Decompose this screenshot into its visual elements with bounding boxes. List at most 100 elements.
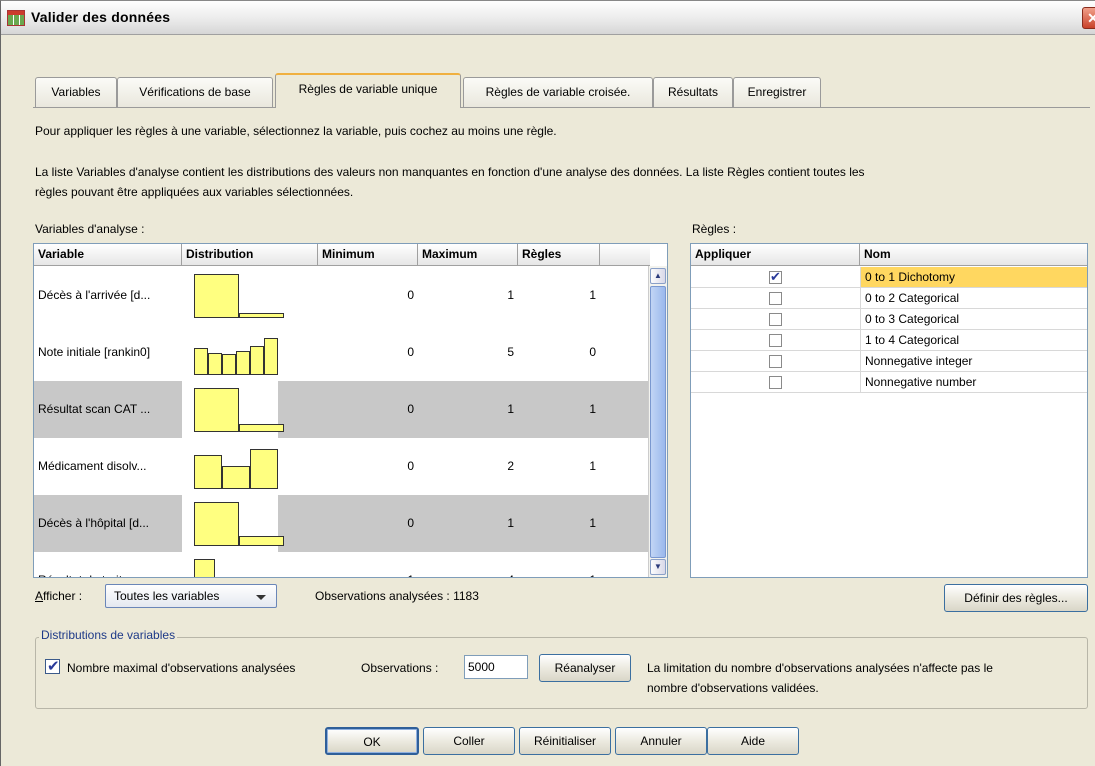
tab-label: Règles de variable croisée. bbox=[485, 85, 631, 99]
apply-rule-checkbox[interactable] bbox=[769, 355, 782, 368]
minimum-cell: 0 bbox=[407, 402, 414, 416]
histogram-bar bbox=[194, 348, 208, 375]
tab-variables[interactable]: Variables bbox=[35, 77, 117, 107]
window-title: Valider des données bbox=[31, 9, 171, 25]
scrollbar-thumb[interactable] bbox=[650, 286, 666, 558]
observations-input[interactable]: 5000 bbox=[464, 655, 528, 679]
rule-row[interactable]: 0 to 2 Categorical bbox=[691, 288, 1087, 309]
minimum-cell: 0 bbox=[407, 288, 414, 302]
distribution-histogram bbox=[194, 387, 288, 432]
display-dropdown-value: Toutes les variables bbox=[114, 589, 220, 603]
rule-row[interactable]: Nonnegative integer bbox=[691, 351, 1087, 372]
rules-count-cell: 1 bbox=[589, 459, 596, 473]
histogram-bar bbox=[194, 388, 239, 432]
analysis-variables-label: Variables d'analyse : bbox=[35, 222, 145, 236]
maximum-cell: 1 bbox=[507, 288, 514, 302]
apply-rule-checkbox[interactable] bbox=[769, 334, 782, 347]
tab-save[interactable]: Enregistrer bbox=[733, 77, 821, 107]
histogram-bar bbox=[222, 354, 236, 375]
variable-name-cell: Médicament disolv... bbox=[38, 459, 147, 473]
rules-count-cell: 1 bbox=[589, 402, 596, 416]
histogram-bar bbox=[194, 455, 222, 489]
table-row[interactable]: Décès à l'arrivée [d... 0 1 1 bbox=[34, 267, 634, 324]
help-button[interactable]: Aide bbox=[707, 727, 799, 755]
histogram-bar bbox=[239, 424, 284, 432]
minimum-cell: 0 bbox=[407, 459, 414, 473]
apply-rule-checkbox[interactable] bbox=[769, 269, 782, 285]
rule-row[interactable]: 1 to 4 Categorical bbox=[691, 330, 1087, 351]
apply-rule-checkbox[interactable] bbox=[769, 376, 782, 389]
display-dropdown[interactable]: Toutes les variables bbox=[105, 584, 277, 608]
rescan-button[interactable]: Réanalyser bbox=[539, 654, 631, 682]
apply-rule-checkbox[interactable] bbox=[769, 292, 782, 305]
column-header-variable[interactable]: Variable bbox=[34, 244, 182, 266]
description-line-1: La liste Variables d'analyse contient le… bbox=[35, 165, 865, 179]
distribution-histogram bbox=[194, 501, 288, 546]
maximum-cell: 1 bbox=[507, 516, 514, 530]
histogram-bar bbox=[264, 338, 278, 375]
table-row[interactable]: Décès à l'hôpital [d... 0 1 1 bbox=[34, 495, 648, 552]
column-header-name[interactable]: Nom bbox=[860, 244, 1087, 266]
limit-cases-label[interactable]: Nombre maximal d'observations analysées bbox=[67, 661, 295, 675]
reset-button[interactable]: Réinitialiser bbox=[519, 727, 611, 755]
cancel-button[interactable]: Annuler bbox=[615, 727, 707, 755]
histogram-bar bbox=[236, 351, 250, 375]
analysis-scrollbar[interactable]: ▲ ▼ bbox=[648, 266, 667, 577]
close-button[interactable]: ✕ bbox=[1082, 7, 1095, 29]
histogram-bar bbox=[194, 559, 215, 577]
column-header-rules[interactable]: Règles bbox=[518, 244, 600, 266]
distribution-histogram bbox=[194, 330, 288, 375]
rules-label: Règles : bbox=[692, 222, 737, 236]
tab-cross-variable-rules[interactable]: Règles de variable croisée. bbox=[463, 77, 653, 107]
define-rules-button[interactable]: Définir des règles... bbox=[944, 584, 1088, 612]
display-label-rest: fficher : bbox=[43, 589, 83, 603]
histogram-bar bbox=[194, 274, 239, 318]
analysis-variables-grid[interactable]: Variable Distribution Minimum Maximum Rè… bbox=[33, 243, 668, 578]
validate-data-dialog: Valider des données ✕ Variables Vérifica… bbox=[0, 0, 1095, 766]
histogram-bar bbox=[239, 313, 284, 318]
paste-button[interactable]: Coller bbox=[423, 727, 515, 755]
tab-output[interactable]: Résultats bbox=[653, 77, 733, 107]
data-grid-icon bbox=[7, 10, 25, 26]
rule-name-cell: Nonnegative number bbox=[860, 372, 1087, 392]
cases-scanned-text: Observations analysées : 1183 bbox=[315, 589, 479, 603]
table-row[interactable]: Résultat scan CAT ... 0 1 1 bbox=[34, 381, 648, 438]
column-header-distribution[interactable]: Distribution bbox=[182, 244, 318, 266]
minimum-cell: 0 bbox=[407, 516, 414, 530]
variable-name-cell: Décès à l'arrivée [d... bbox=[38, 288, 151, 302]
distribution-histogram bbox=[194, 444, 288, 489]
distribution-histogram bbox=[194, 558, 288, 577]
rule-name-cell: 0 to 3 Categorical bbox=[860, 309, 1087, 329]
table-row[interactable]: Médicament disolv... 0 2 1 bbox=[34, 438, 634, 495]
histogram-bar bbox=[239, 536, 284, 546]
column-header-minimum[interactable]: Minimum bbox=[318, 244, 418, 266]
table-row[interactable]: Résultat du traitem... 141 bbox=[34, 552, 634, 577]
scroll-up-arrow-icon[interactable]: ▲ bbox=[650, 268, 666, 284]
histogram-bar bbox=[250, 449, 278, 489]
tab-single-variable-rules[interactable]: Règles de variable unique bbox=[275, 73, 461, 108]
scroll-down-arrow-icon[interactable]: ▼ bbox=[650, 559, 666, 575]
rules-count-cell: 0 bbox=[589, 345, 596, 359]
histogram-bar bbox=[250, 346, 264, 375]
description-line-2: règles pouvant être appliquées aux varia… bbox=[35, 185, 354, 199]
tab-label: Vérifications de base bbox=[139, 85, 251, 99]
ok-button[interactable]: OK bbox=[325, 727, 419, 755]
tab-label: Variables bbox=[51, 85, 101, 99]
rule-row[interactable]: 0 to 3 Categorical bbox=[691, 309, 1087, 330]
observations-label: Observations : bbox=[361, 661, 439, 675]
close-icon: ✕ bbox=[1087, 10, 1095, 26]
apply-rule-checkbox[interactable] bbox=[769, 313, 782, 326]
column-header-apply[interactable]: Appliquer bbox=[691, 244, 860, 266]
rules-grid[interactable]: Appliquer Nom 0 to 1 Dichotomy0 to 2 Cat… bbox=[690, 243, 1088, 578]
rules-count-cell: 1 bbox=[589, 516, 596, 530]
histogram-bar bbox=[208, 353, 222, 375]
maximum-cell: 5 bbox=[507, 345, 514, 359]
tab-basic-checks[interactable]: Vérifications de base bbox=[117, 77, 273, 107]
table-row[interactable]: Note initiale [rankin0] 0 5 0 bbox=[34, 324, 634, 381]
limit-note-line-2: nombre d'observations validées. bbox=[647, 681, 819, 695]
limit-cases-checkbox[interactable] bbox=[45, 657, 60, 675]
column-header-maximum[interactable]: Maximum bbox=[418, 244, 518, 266]
rule-row[interactable]: 0 to 1 Dichotomy bbox=[691, 267, 1087, 288]
rule-row[interactable]: Nonnegative number bbox=[691, 372, 1087, 393]
title-bar[interactable]: Valider des données ✕ bbox=[1, 1, 1095, 35]
